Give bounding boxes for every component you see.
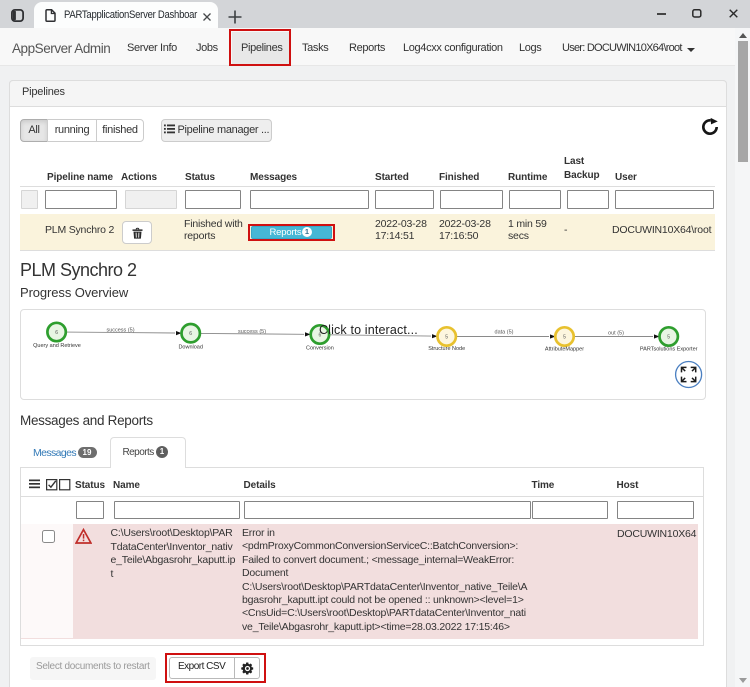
svg-text:6: 6 bbox=[189, 331, 192, 337]
svg-text:5: 5 bbox=[563, 335, 566, 341]
svg-text:6: 6 bbox=[55, 330, 58, 336]
svg-text:success (5): success (5) bbox=[106, 328, 134, 334]
svg-text:Conversion: Conversion bbox=[306, 346, 334, 352]
svg-text:PARTsolutions Exporter: PARTsolutions Exporter bbox=[640, 347, 698, 353]
svg-text:5: 5 bbox=[445, 335, 448, 341]
svg-text:out (5): out (5) bbox=[608, 331, 624, 337]
svg-text:5: 5 bbox=[667, 335, 670, 341]
svg-text:data (5): data (5) bbox=[495, 330, 514, 336]
svg-text:Download: Download bbox=[178, 344, 202, 350]
svg-text:AttributeMapper: AttributeMapper bbox=[545, 347, 584, 353]
svg-text:Structure Node: Structure Node bbox=[428, 346, 465, 352]
svg-text:Query and Retrieve: Query and Retrieve bbox=[33, 343, 81, 349]
svg-text:success (5): success (5) bbox=[238, 329, 266, 335]
